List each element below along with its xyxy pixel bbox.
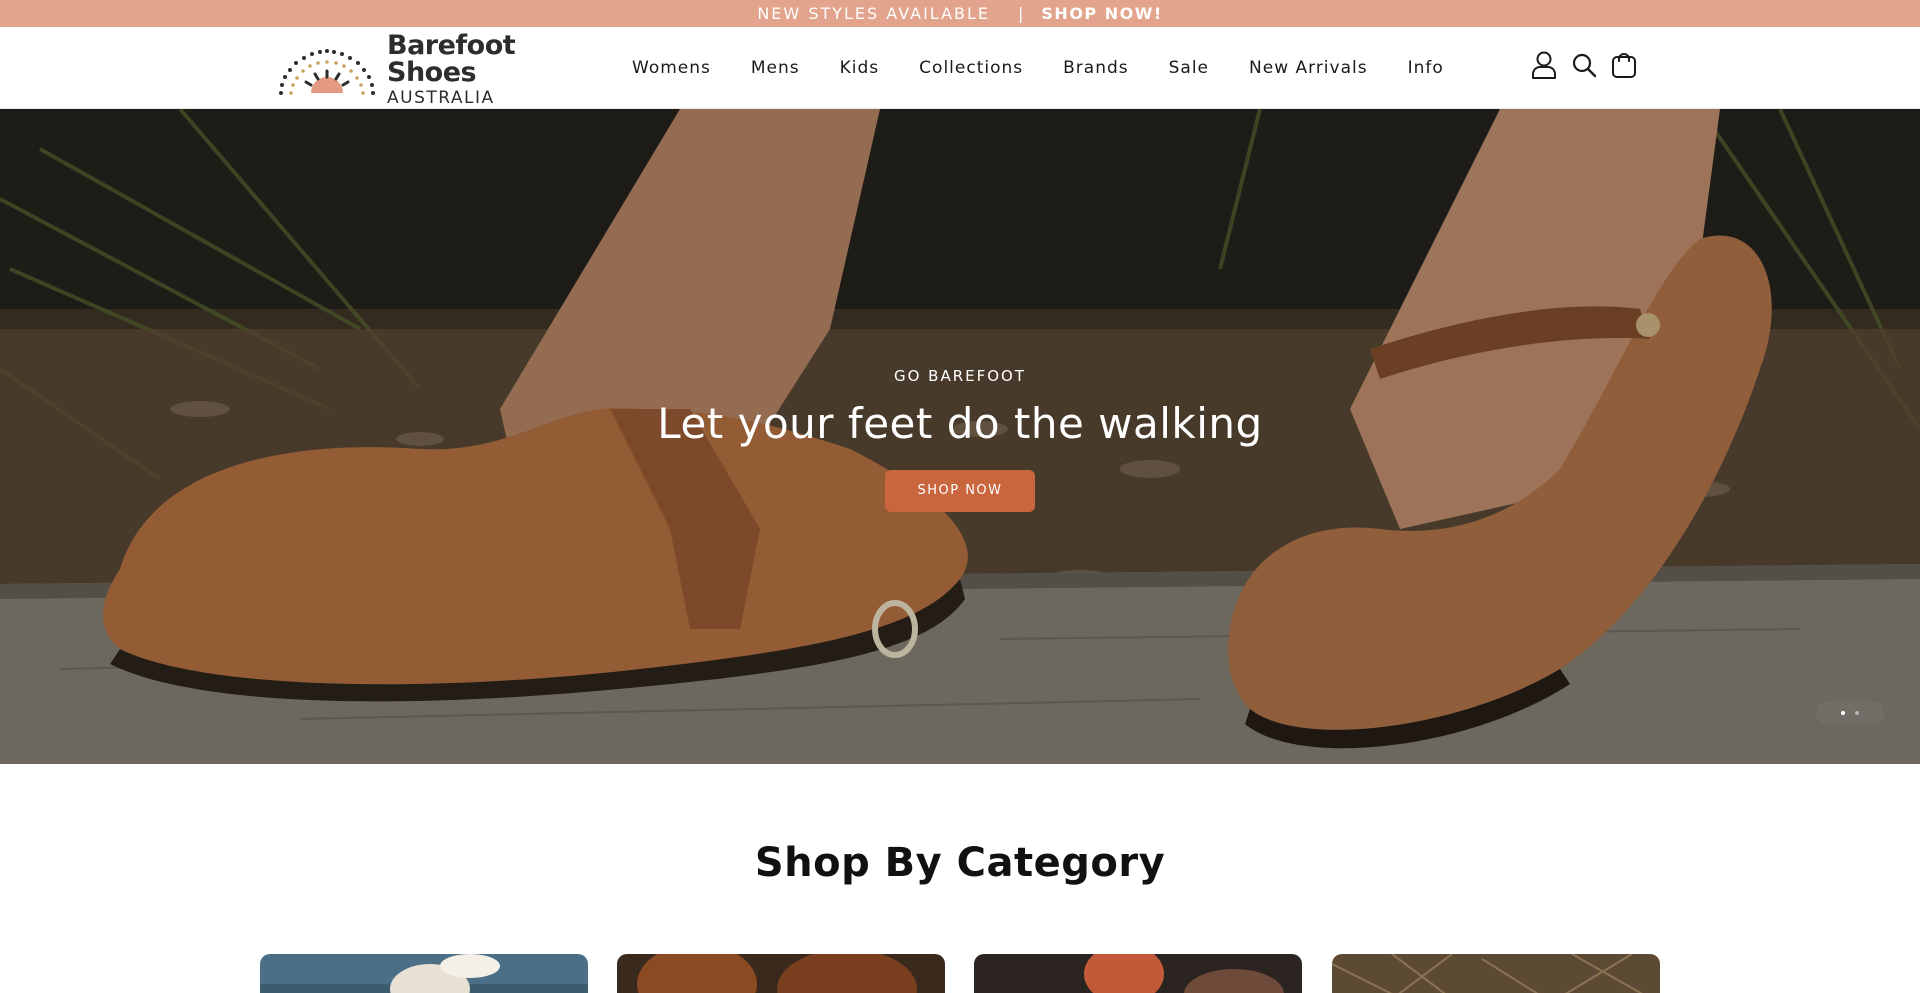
category-card[interactable]	[1332, 954, 1660, 993]
slide-dot-2[interactable]	[1855, 711, 1859, 715]
category-grid	[260, 954, 1660, 993]
category-image	[1332, 954, 1660, 993]
cart-button[interactable]	[1610, 49, 1638, 81]
logo-subtitle: AUSTRALIA	[387, 87, 495, 108]
nav-item-collections[interactable]: Collections	[919, 58, 1023, 78]
hero-shop-now-button[interactable]: SHOP NOW	[885, 470, 1035, 512]
category-card[interactable]	[974, 954, 1302, 993]
nav-item-kids[interactable]: Kids	[840, 58, 880, 78]
main-nav: Womens Mens Kids Collections Brands Sale…	[632, 27, 1484, 109]
announcement-shop-now-link[interactable]: SHOP NOW!	[1041, 4, 1162, 23]
category-image	[974, 954, 1302, 993]
announcement-text: NEW STYLES AVAILABLE	[757, 4, 991, 23]
nav-item-womens[interactable]: Womens	[632, 58, 711, 78]
header-actions	[1530, 49, 1638, 81]
logo-title: Barefoot Shoes	[387, 29, 516, 88]
search-icon	[1572, 53, 1597, 78]
category-card[interactable]	[617, 954, 945, 993]
category-card[interactable]	[260, 954, 588, 993]
slider-pagination	[1816, 701, 1884, 725]
announcement-bar: NEW STYLES AVAILABLE | SHOP NOW!	[0, 0, 1920, 27]
search-button[interactable]	[1570, 49, 1598, 81]
category-image	[260, 954, 588, 993]
nav-item-brands[interactable]: Brands	[1063, 58, 1129, 78]
site-logo[interactable]: Barefoot Shoes AUSTRALIA	[277, 32, 587, 106]
cart-icon	[1612, 53, 1636, 78]
hero-eyebrow: GO BAREFOOT	[893, 367, 1027, 385]
nav-item-info[interactable]: Info	[1408, 58, 1444, 78]
account-icon	[1532, 51, 1556, 79]
category-image	[617, 954, 945, 993]
site-header: Barefoot Shoes AUSTRALIA Womens Mens Kid…	[0, 27, 1920, 109]
hero-content: GO BAREFOOT Let your feet do the walking…	[0, 367, 1920, 512]
nav-item-sale[interactable]: Sale	[1169, 58, 1209, 78]
nav-item-mens[interactable]: Mens	[751, 58, 800, 78]
slide-dot-1[interactable]	[1841, 711, 1845, 715]
nav-item-new-arrivals[interactable]: New Arrivals	[1249, 58, 1368, 78]
logo-wordmark: Barefoot Shoes AUSTRALIA	[387, 32, 587, 107]
announcement-separator: |	[1018, 4, 1024, 23]
hero-banner: GO BAREFOOT Let your feet do the walking…	[0, 109, 1920, 764]
category-section-heading: Shop By Category	[754, 840, 1166, 886]
account-button[interactable]	[1530, 49, 1558, 81]
hero-title: Let your feet do the walking	[657, 399, 1263, 448]
sunrise-logo-icon	[279, 49, 375, 95]
